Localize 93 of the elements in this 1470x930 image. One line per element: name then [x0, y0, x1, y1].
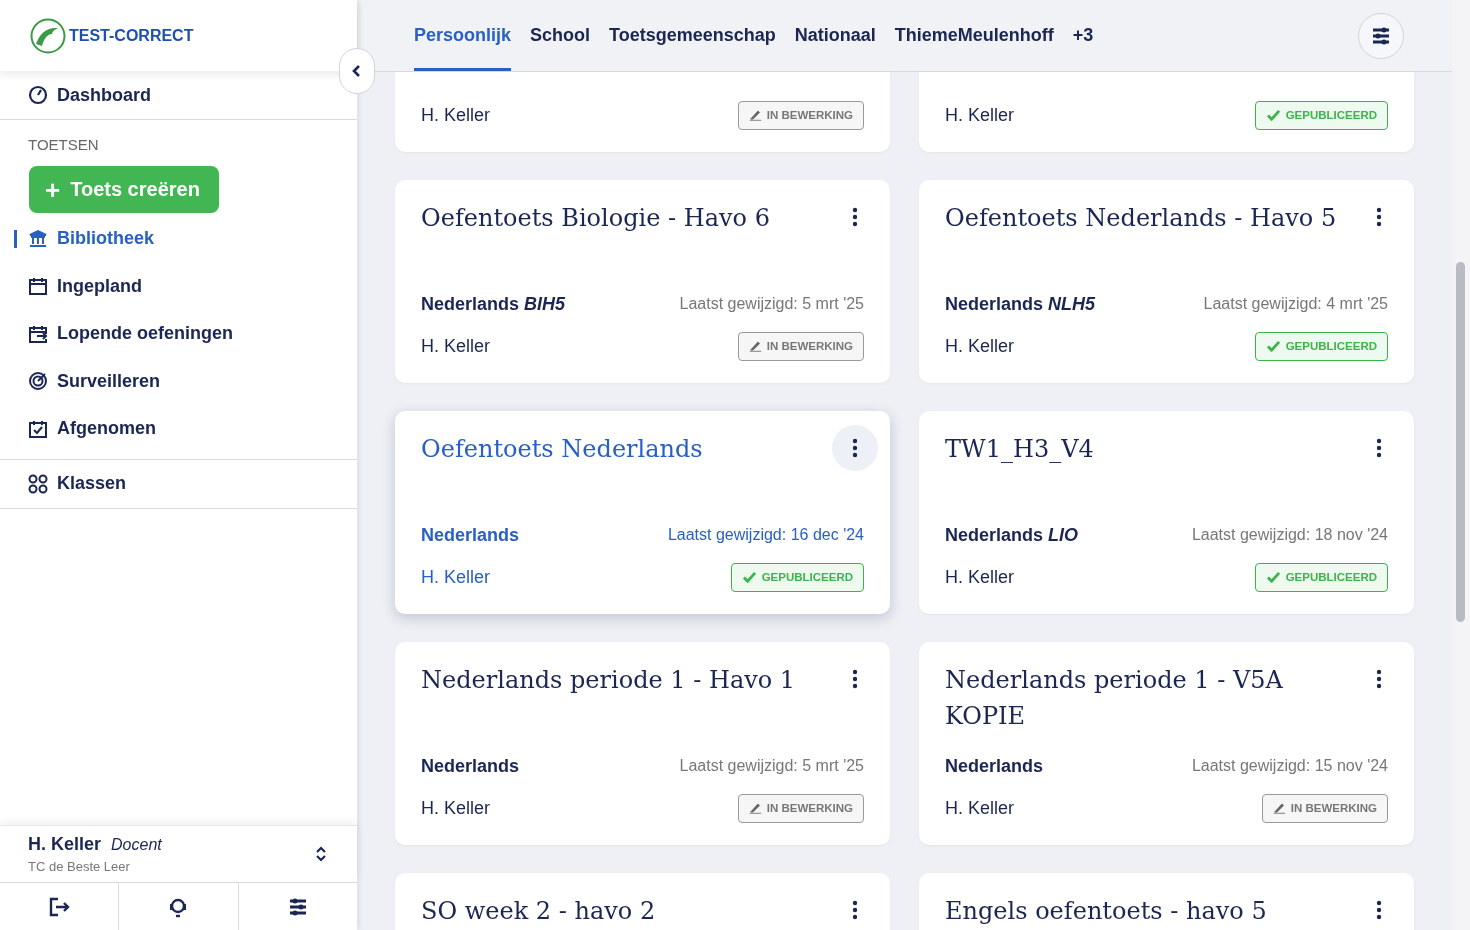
test-card[interactable]: TW1_H3_V4 Nederlands LIO Laatst gewijzigd: 18 nov '24 H. Keller GEPUBLICEERD	[919, 411, 1414, 614]
test-title: Oefentoets Nederlands	[421, 434, 703, 465]
kebab-menu-icon	[852, 900, 858, 920]
test-title: Oefentoets Biologie - Havo 6	[421, 203, 770, 234]
pencil-icon	[1272, 802, 1286, 814]
school-name: TC de Beste Leer	[28, 859, 131, 874]
author-name: H. Keller	[421, 566, 491, 588]
author-name: H. Keller	[945, 335, 1015, 357]
kebab-menu-icon	[1376, 900, 1382, 920]
pencil-icon	[748, 802, 762, 814]
modified-date: Laatst gewijzigd: 18 nov '24	[1191, 526, 1388, 544]
subject-label: Nederlands NLH5	[945, 293, 1096, 315]
kebab-menu-icon	[1376, 669, 1382, 689]
gauge-icon	[28, 85, 48, 105]
check-icon	[1265, 570, 1281, 584]
modified-date: Laatst gewijzigd: 15 nov '24	[1191, 757, 1388, 775]
sidebar-item[interactable]: Ingepland	[0, 262, 170, 310]
calendar-icon	[28, 276, 48, 297]
dashboard-link[interactable]: Dashboard	[0, 77, 180, 113]
modified-date: Laatst gewijzigd: 16 dec '24	[667, 526, 864, 544]
sidebar-item[interactable]: Surveilleren	[0, 357, 189, 405]
status-badge: IN BEWERKING	[1261, 793, 1388, 823]
subject-label: Nederlands	[421, 524, 520, 546]
subject-label: Nederlands LIO	[945, 524, 1079, 546]
calendar-arrow-icon	[28, 323, 48, 344]
kebab-menu-icon	[852, 669, 858, 689]
tab[interactable]: School	[530, 0, 591, 71]
pencil-icon	[748, 340, 762, 352]
kebab-menu-icon	[1376, 438, 1382, 458]
sidebar-item[interactable]: Afgenomen	[0, 405, 184, 453]
section-title: TOETSEN	[27, 136, 100, 153]
status-badge: GEPUBLICEERD	[1254, 100, 1388, 130]
check-icon	[741, 570, 757, 584]
modified-date: Laatst gewijzigd: 4 mrt '25	[1203, 295, 1388, 313]
test-card[interactable]: Nederlands periode 1 - V5A KOPIE Nederlands Laatst gewijzigd: 15 nov '24 H. Keller IN BEWERKING	[919, 642, 1414, 845]
pencil-icon	[748, 109, 762, 121]
modified-date: Laatst gewijzigd: 5 mrt '25	[679, 757, 864, 775]
tab[interactable]: ThiemeMeulenhoff	[894, 0, 1054, 71]
status-badge: IN BEWERKING	[737, 793, 864, 823]
people-group-icon	[28, 473, 48, 494]
test-card[interactable]: Engels oefentoets - havo 5	[919, 873, 1414, 930]
status-badge: GEPUBLICEERD	[1254, 331, 1388, 361]
sidebar-item[interactable]: Lopende oefeningen	[0, 310, 261, 358]
author-name: H. Keller	[945, 566, 1015, 588]
subject-label: Nederlands	[945, 755, 1044, 777]
filter-button[interactable]	[1358, 12, 1404, 59]
subject-label: Nederlands BIH5	[421, 293, 566, 315]
more-options-button[interactable]	[832, 425, 878, 471]
test-title: Nederlands periode 1 - Havo 1	[421, 665, 796, 696]
test-card[interactable]: Oefentoets Nederlands Nederlands Laatst gewijzigd: 16 dec '24 H. Keller GEPUBLICEERD	[395, 411, 890, 614]
test-card[interactable]: H. Keller IN BEWERKING	[395, 72, 890, 152]
chevron-up-down-icon	[315, 845, 327, 863]
tab[interactable]: +3	[1072, 0, 1094, 71]
author-name: H. Keller	[421, 104, 491, 126]
scrollbar[interactable]	[1452, 0, 1470, 930]
author-name: H. Keller	[421, 335, 491, 357]
test-card[interactable]: Oefentoets Biologie - Havo 6 Nederlands BIH5 Laatst gewijzigd: 5 mrt '25 H. Keller IN BEWERKING	[395, 180, 890, 383]
tab[interactable]: Toetsgemeenschap	[609, 0, 776, 71]
test-title: TW1_H3_V4	[945, 434, 1094, 465]
chevron-left-icon	[351, 64, 363, 78]
check-icon	[1265, 339, 1281, 353]
author-name: H. Keller	[421, 797, 491, 819]
subject-label: Nederlands	[421, 755, 520, 777]
sidebar-item[interactable]: Bibliotheek	[0, 215, 182, 263]
test-card[interactable]: Oefentoets Nederlands - Havo 5 Nederlands NLH5 Laatst gewijzigd: 4 mrt '25 H. Keller GEPUBLICEERD	[919, 180, 1414, 383]
status-badge: IN BEWERKING	[737, 331, 864, 361]
tab[interactable]: Nationaal	[794, 0, 876, 71]
test-card[interactable]: Nederlands periode 1 - Havo 1 Nederlands Laatst gewijzigd: 5 mrt '25 H. Keller IN BEWERKING	[395, 642, 890, 845]
sidebar-item[interactable]: Klassen	[0, 465, 155, 502]
kebab-menu-icon	[1376, 207, 1382, 227]
test-title: Nederlands periode 1 - V5A KOPIE	[945, 665, 1284, 732]
logout-icon	[48, 895, 71, 918]
status-badge: GEPUBLICEERD	[1254, 562, 1388, 592]
user-name: H. Keller	[28, 834, 102, 854]
test-title: Oefentoets Nederlands - Havo 5	[945, 203, 1337, 234]
test-title: SO week 2 - havo 2	[421, 896, 656, 927]
calendar-check-icon	[28, 418, 48, 439]
radar-icon	[28, 371, 48, 392]
check-icon	[1265, 108, 1281, 122]
author-name: H. Keller	[945, 797, 1015, 819]
test-title: Engels oefentoets - havo 5	[945, 896, 1267, 927]
author-name: H. Keller	[945, 104, 1015, 126]
logo-text: TEST-CORRECT	[69, 26, 194, 45]
test-card[interactable]: SO week 2 - havo 2	[395, 873, 890, 930]
modified-date: Laatst gewijzigd: 5 mrt '25	[679, 295, 864, 313]
user-switcher[interactable]: H. Keller Docent TC de Beste Leer	[0, 825, 357, 882]
kebab-menu-icon	[852, 207, 858, 227]
kebab-menu-icon	[852, 438, 858, 458]
building-icon	[28, 228, 48, 249]
test-card[interactable]: H. Keller GEPUBLICEERD	[919, 72, 1414, 152]
user-role: Docent	[111, 836, 162, 853]
status-badge: GEPUBLICEERD	[730, 562, 864, 592]
status-badge: IN BEWERKING	[737, 100, 864, 130]
